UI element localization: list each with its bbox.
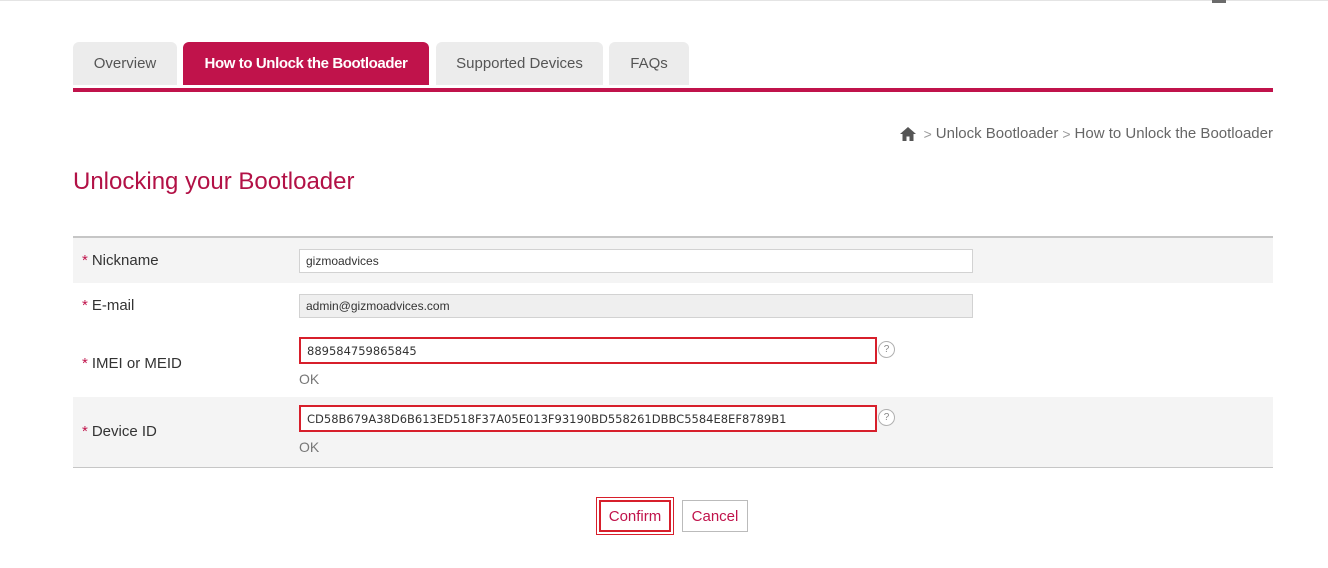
required-mark: * <box>82 355 88 372</box>
imei-status: OK <box>299 371 320 387</box>
home-icon[interactable] <box>899 126 917 142</box>
email-input[interactable] <box>299 294 973 318</box>
breadcrumb-separator: > <box>1062 125 1071 142</box>
minimize-icon <box>1212 0 1226 3</box>
tab-underline <box>73 88 1273 92</box>
device-id-input[interactable] <box>299 405 877 432</box>
device-id-label: * Device ID <box>82 423 157 440</box>
device-id-status: OK <box>299 439 320 455</box>
tab-faqs[interactable]: FAQs <box>609 42 689 85</box>
nickname-label: * Nickname <box>82 252 159 269</box>
breadcrumb-unlock-bootloader[interactable]: Unlock Bootloader <box>936 125 1059 142</box>
imei-row: *IMEI or MEID ? OK <box>73 329 1273 397</box>
email-row: * E-mail <box>73 283 1273 329</box>
email-label: * E-mail <box>82 297 135 314</box>
imei-label: * IMEI or MEID <box>82 355 182 372</box>
required-mark: * <box>82 423 88 440</box>
imei-input[interactable] <box>299 337 877 364</box>
imei-help-icon[interactable]: ? <box>878 341 895 358</box>
confirm-button[interactable]: Confirm <box>596 497 674 535</box>
breadcrumb-separator: > <box>923 125 932 142</box>
nickname-input[interactable] <box>299 249 973 273</box>
unlock-form: *Nickname *E-mail *IMEI or MEID ? OK *De… <box>73 236 1273 468</box>
tab-overview[interactable]: Overview <box>73 42 177 85</box>
tab-supported-devices[interactable]: Supported Devices <box>436 42 603 85</box>
breadcrumb: > Unlock Bootloader > How to Unlock the … <box>899 125 1273 142</box>
device-id-row: *Device ID ? OK <box>73 397 1273 467</box>
tab-how-to-unlock[interactable]: How to Unlock the Bootloader <box>183 42 429 85</box>
breadcrumb-current: How to Unlock the Bootloader <box>1074 125 1273 142</box>
top-border <box>0 0 1328 1</box>
cancel-button[interactable]: Cancel <box>682 500 748 532</box>
device-id-help-icon[interactable]: ? <box>878 409 895 426</box>
required-mark: * <box>82 297 88 314</box>
page-title: Unlocking your Bootloader <box>73 168 355 195</box>
nickname-row: * Nickname <box>73 238 1273 283</box>
required-mark: * <box>82 252 88 269</box>
